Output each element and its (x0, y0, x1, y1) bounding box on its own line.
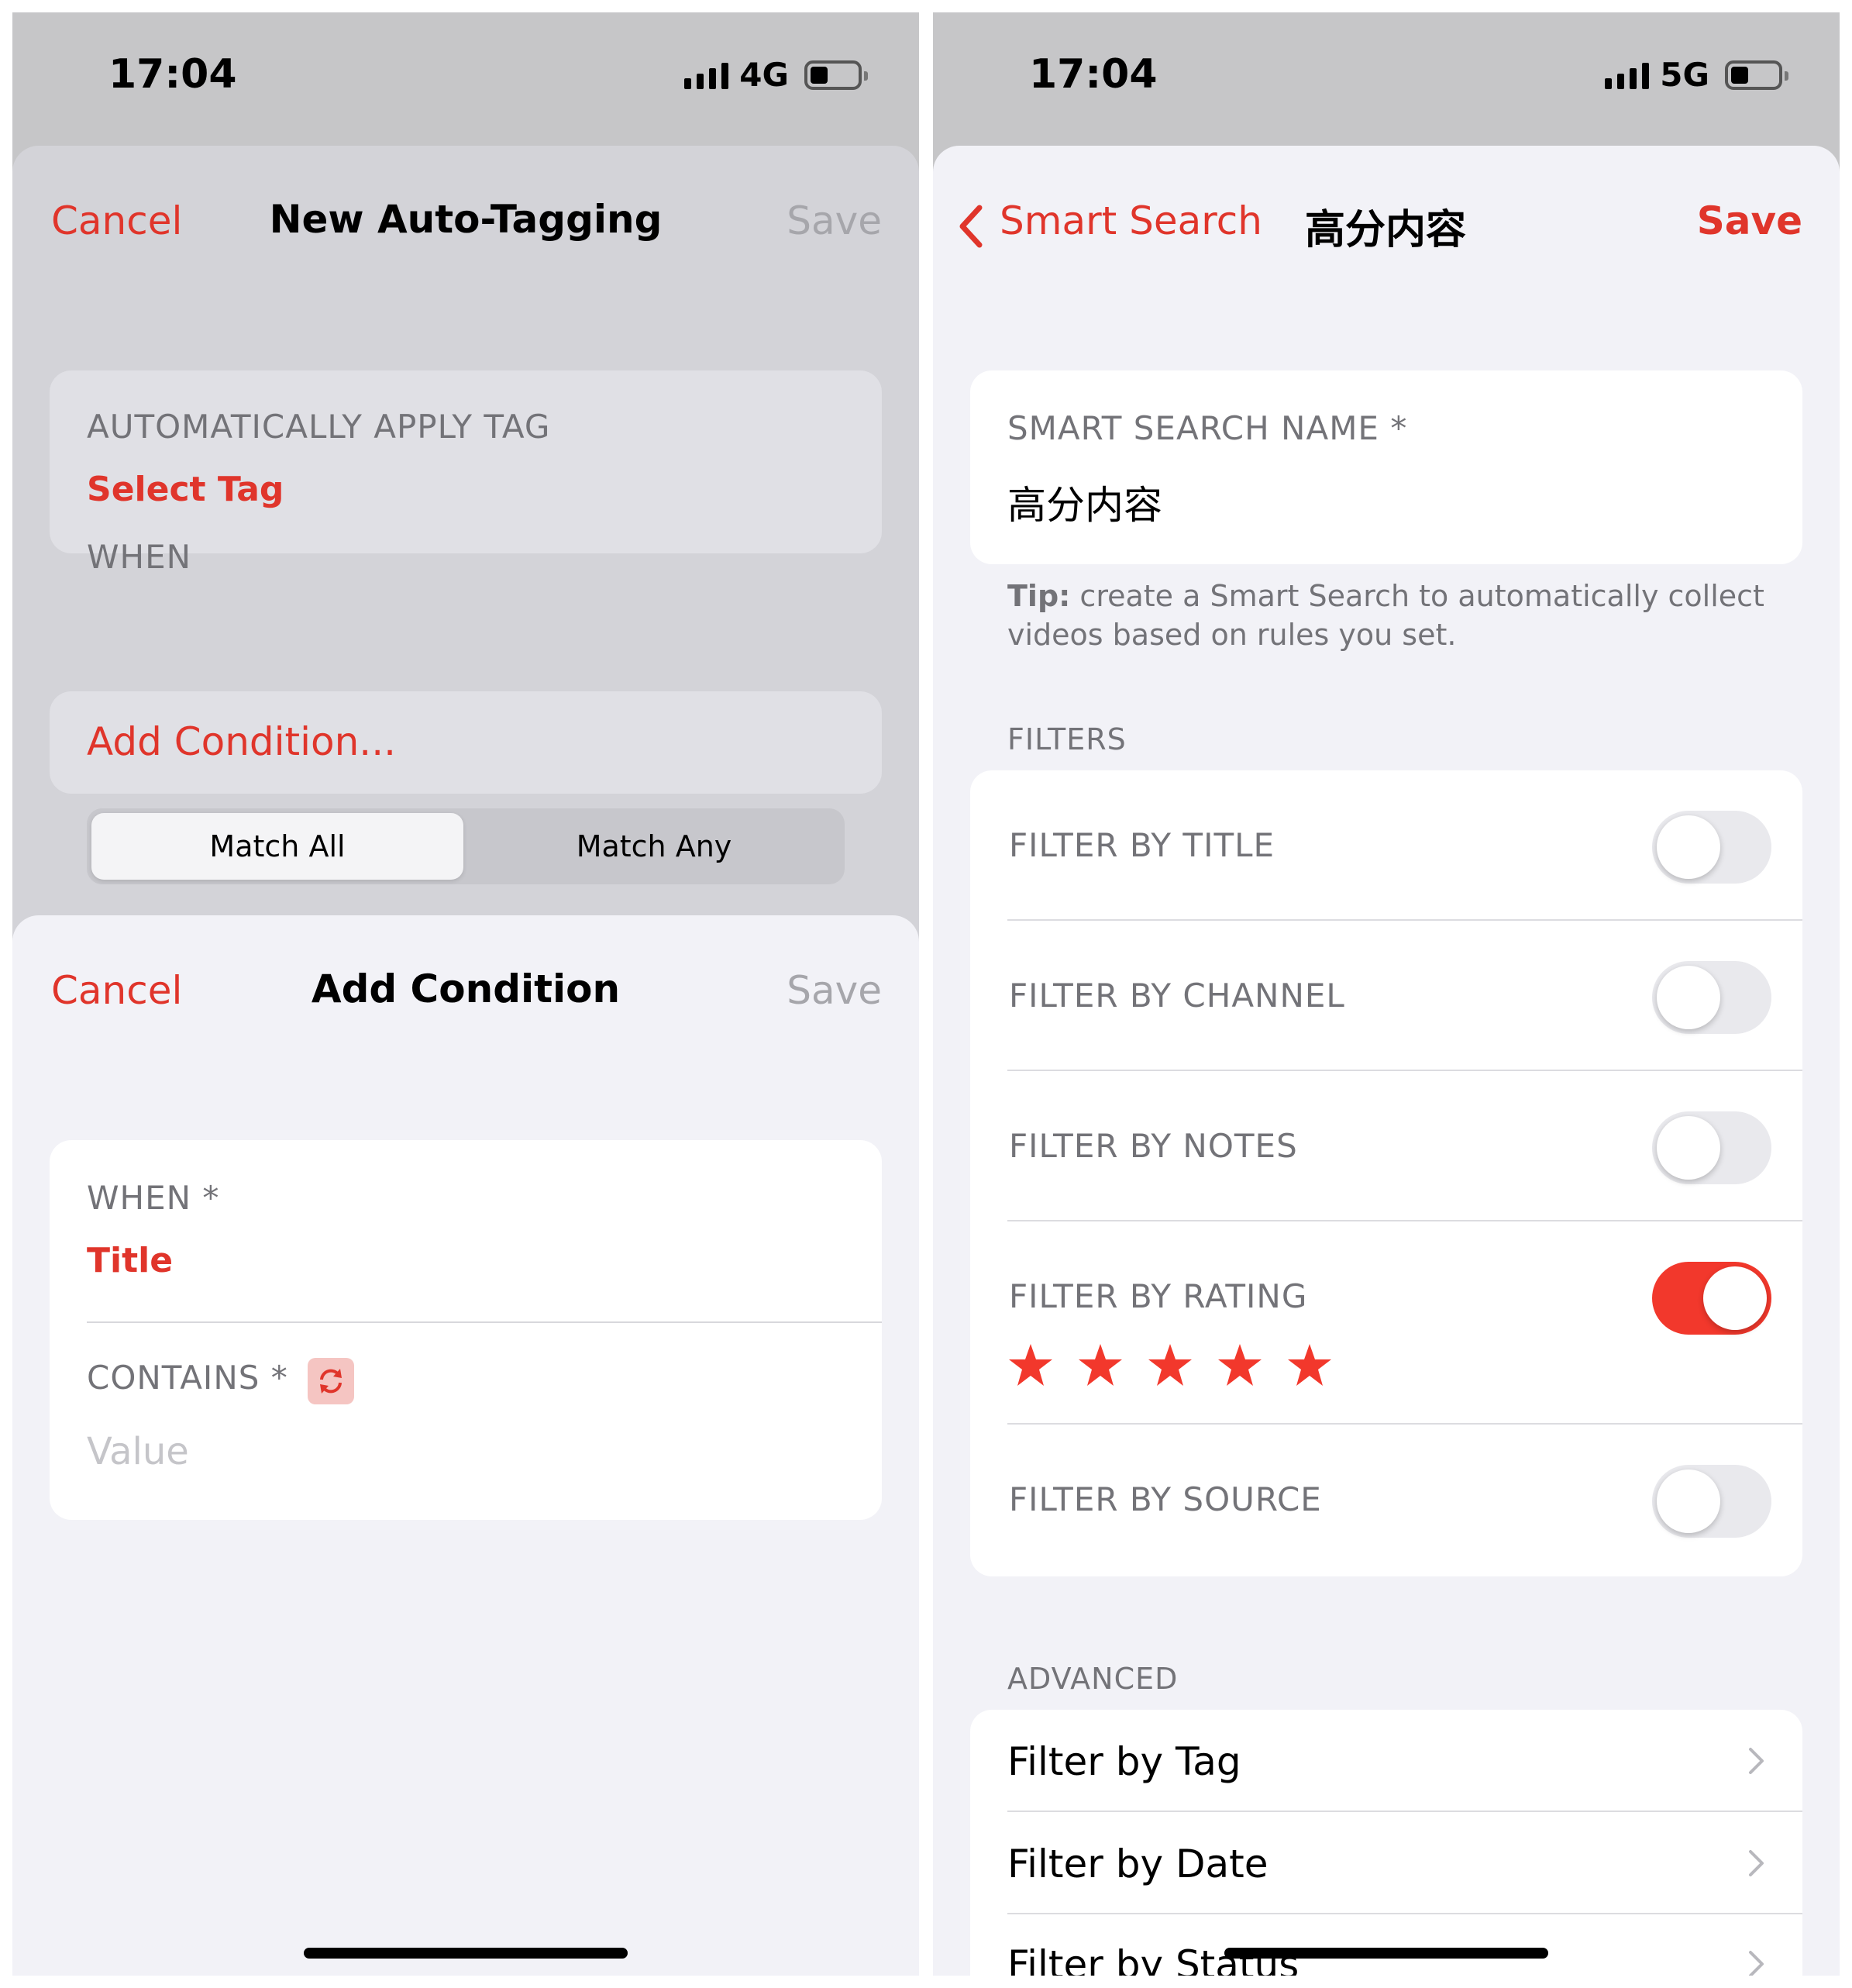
filter-rating-toggle[interactable] (1652, 1262, 1771, 1335)
filter-source-label: FILTER BY SOURCE (1009, 1480, 1322, 1518)
star-icon[interactable] (1286, 1342, 1333, 1389)
page-title: New Auto-Tagging (269, 197, 663, 242)
filter-title-label: FILTER BY TITLE (1009, 826, 1275, 864)
nav-bar: Cancel Add Condition Save (12, 954, 919, 1024)
smart-search-name-card: SMART SEARCH NAME * 高分内容 (970, 370, 1802, 564)
segment-match-all[interactable]: Match All (91, 813, 463, 880)
filter-rating-label: FILTER BY RATING (1009, 1277, 1308, 1315)
tip-text: Tip: create a Smart Search to automatica… (1007, 577, 1782, 654)
tip-bold: Tip: (1007, 579, 1071, 613)
select-tag-button[interactable]: Select Tag (87, 470, 284, 509)
contains-label: CONTAINS * (87, 1359, 288, 1397)
match-segmented-control: Match All Match Any (87, 808, 845, 884)
filter-by-tag-row[interactable]: Filter by Tag (1007, 1739, 1241, 1784)
divider (1007, 1423, 1802, 1425)
condition-card: WHEN * Title CONTAINS * Value (50, 1140, 882, 1520)
star-icon[interactable] (1147, 1342, 1193, 1389)
filter-title-toggle[interactable] (1652, 811, 1771, 884)
add-condition-sheet: Cancel Add Condition Save WHEN * Title C… (12, 915, 919, 1976)
advanced-card: Filter by Tag Filter by Date Filter by S… (970, 1710, 1802, 1976)
home-indicator (1224, 1948, 1548, 1959)
segment-match-any[interactable]: Match Any (468, 813, 840, 880)
smart-search-sheet: Smart Search 高分内容 Save SMART SEARCH NAME… (933, 146, 1840, 1976)
network-type: 4G (739, 56, 789, 94)
save-button[interactable]: Save (787, 968, 882, 1013)
status-time: 17:04 (108, 51, 237, 98)
divider (1007, 1913, 1802, 1914)
divider (1007, 1811, 1802, 1812)
filter-channel-label: FILTER BY CHANNEL (1009, 977, 1345, 1015)
save-button[interactable]: Save (787, 198, 882, 243)
sync-icon[interactable] (307, 1357, 354, 1404)
apply-tag-card[interactable]: AUTOMATICALLY APPLY TAG Select Tag (50, 370, 882, 553)
status-time: 17:04 (1029, 51, 1158, 98)
name-label: SMART SEARCH NAME * (1007, 409, 1408, 447)
divider (87, 1321, 882, 1323)
status-bar: 17:04 5G (933, 12, 1840, 144)
status-indicators: 5G (1605, 56, 1788, 94)
divider (1007, 1070, 1802, 1071)
divider (1007, 1220, 1802, 1221)
name-field[interactable]: 高分内容 (1007, 474, 1162, 530)
chevron-left-icon[interactable] (953, 203, 992, 250)
right-screen: 17:04 5G Smart Search 高分内容 Save SMART SE… (933, 12, 1840, 1976)
page-title: Add Condition (311, 966, 621, 1011)
filters-header: FILTERS (1007, 722, 1127, 756)
filter-notes-label: FILTER BY NOTES (1009, 1127, 1298, 1165)
add-condition-button[interactable]: Add Condition... (87, 719, 396, 764)
value-input[interactable]: Value (87, 1430, 189, 1473)
when-section-label: WHEN (87, 538, 192, 576)
battery-icon (1725, 60, 1788, 90)
filter-source-toggle[interactable] (1652, 1465, 1771, 1538)
tip-body: create a Smart Search to automatically c… (1007, 579, 1764, 652)
advanced-header: ADVANCED (1007, 1662, 1179, 1696)
contains-row: CONTAINS * (87, 1357, 354, 1409)
page-title: 高分内容 (1305, 207, 1467, 253)
status-indicators: 4G (684, 56, 868, 94)
when-label: WHEN * (87, 1179, 220, 1217)
apply-tag-label: AUTOMATICALLY APPLY TAG (87, 408, 551, 446)
nav-bar: Smart Search 高分内容 Save (933, 184, 1840, 254)
star-icon[interactable] (1007, 1342, 1054, 1389)
filter-by-date-row[interactable]: Filter by Date (1007, 1842, 1268, 1886)
chevron-right-icon (1749, 1748, 1764, 1774)
chevron-right-icon (1749, 1951, 1764, 1976)
signal-icon (1605, 61, 1650, 89)
nav-bar: Cancel New Auto-Tagging Save (12, 184, 919, 254)
filters-card: FILTER BY TITLE FILTER BY CHANNEL FILTER… (970, 770, 1802, 1576)
star-icon[interactable] (1077, 1342, 1124, 1389)
chevron-right-icon (1749, 1850, 1764, 1876)
divider (1007, 919, 1802, 921)
add-condition-row[interactable]: Add Condition... (50, 691, 882, 794)
star-icon[interactable] (1217, 1342, 1263, 1389)
status-bar: 17:04 4G (12, 12, 919, 144)
home-indicator (304, 1948, 628, 1959)
filter-channel-toggle[interactable] (1652, 961, 1771, 1034)
filter-notes-toggle[interactable] (1652, 1111, 1771, 1184)
save-button[interactable]: Save (1697, 198, 1802, 243)
battery-icon (804, 60, 868, 90)
network-type: 5G (1660, 56, 1709, 94)
rating-stars (1007, 1342, 1333, 1389)
left-screen: 17:04 4G Cancel New Auto-Tagging Save AU… (12, 12, 919, 1976)
when-field-picker[interactable]: Title (87, 1241, 173, 1280)
signal-icon (684, 61, 729, 89)
back-button[interactable]: Smart Search (1000, 198, 1262, 243)
